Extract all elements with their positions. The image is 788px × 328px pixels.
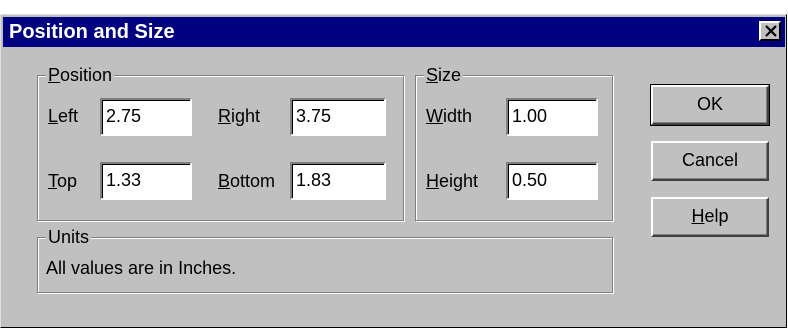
ok-button[interactable]: OK bbox=[650, 84, 770, 126]
left-label: Left bbox=[48, 106, 79, 126]
units-group: Units All values are in Inches. bbox=[37, 227, 613, 293]
screen: g Position and Size Position Left 2.75 R… bbox=[0, 0, 788, 328]
units-legend: Units bbox=[46, 227, 92, 247]
height-field[interactable]: 0.50 bbox=[506, 162, 598, 200]
bottom-field[interactable]: 1.83 bbox=[290, 162, 386, 200]
dialog-title: Position and Size bbox=[9, 21, 175, 43]
bottom-label: Bottom bbox=[218, 171, 276, 191]
position-and-size-dialog: Position and Size Position Left 2.75 Rig… bbox=[0, 14, 787, 328]
units-text: All values are in Inches. bbox=[46, 258, 237, 278]
right-label: Right bbox=[218, 106, 261, 126]
position-group: Position Left 2.75 Right 3.75 Top 1.33 B… bbox=[37, 65, 404, 221]
left-field[interactable]: 2.75 bbox=[100, 98, 192, 136]
right-field[interactable]: 3.75 bbox=[290, 98, 386, 136]
top-label: Top bbox=[48, 171, 78, 191]
size-legend: Size bbox=[424, 65, 464, 85]
width-label: Width bbox=[426, 106, 473, 126]
size-group: Size Width 1.00 Height 0.50 bbox=[415, 65, 613, 221]
cancel-button[interactable]: Cancel bbox=[651, 141, 769, 181]
top-field[interactable]: 1.33 bbox=[100, 162, 192, 200]
width-field[interactable]: 1.00 bbox=[506, 98, 598, 136]
title-bar: Position and Size bbox=[3, 17, 785, 47]
height-label: Height bbox=[426, 171, 479, 191]
close-icon bbox=[765, 25, 777, 37]
close-button[interactable] bbox=[759, 21, 781, 41]
position-legend: Position bbox=[46, 65, 115, 85]
help-button[interactable]: Help bbox=[651, 197, 769, 237]
